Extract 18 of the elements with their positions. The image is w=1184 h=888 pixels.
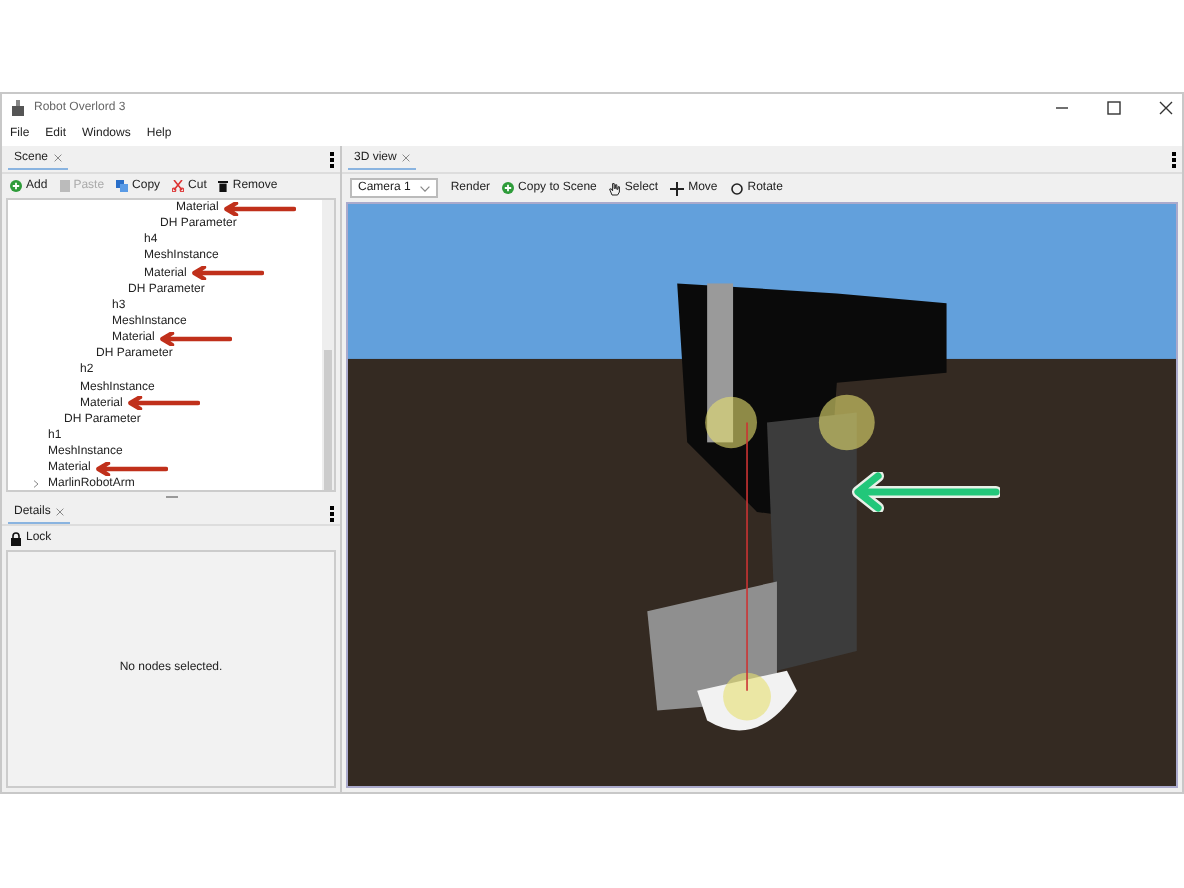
plus-circle-icon [502,182,515,194]
maximize-button[interactable] [1106,100,1122,116]
close-button[interactable] [1158,100,1174,116]
lock-icon [10,531,22,545]
close-icon[interactable] [56,508,65,516]
copy-icon [116,180,129,192]
trash-icon [218,180,229,192]
move-icon [670,181,685,195]
scissors-icon [172,180,185,192]
chevron-right-icon[interactable] [32,480,40,489]
app-icon [10,100,26,116]
scrollbar[interactable] [322,200,334,490]
close-icon[interactable] [402,154,411,162]
clipboard-icon [59,180,70,192]
plus-circle-icon [10,180,22,192]
hand-icon [608,181,621,195]
caret-icon [420,185,431,191]
close-icon[interactable] [54,154,63,162]
